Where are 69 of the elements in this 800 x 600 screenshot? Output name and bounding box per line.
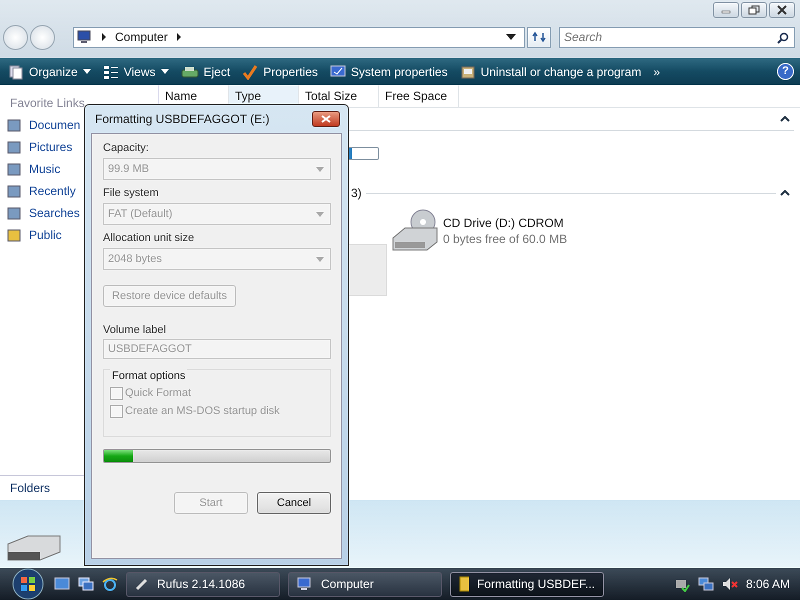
- group-header-text: 3): [350, 186, 362, 200]
- folder-icon: [459, 576, 469, 592]
- toolbar-button[interactable]: Uninstall or change a program: [456, 62, 646, 82]
- drive-icon: [180, 64, 198, 78]
- toolbar-button[interactable]: Organize: [4, 62, 95, 82]
- search-icon[interactable]: [777, 32, 789, 44]
- breadcrumb-arrow-icon[interactable]: [101, 33, 107, 41]
- field-label: Volume label: [103, 324, 167, 336]
- breadcrumb-item[interactable]: Computer: [115, 30, 168, 44]
- toolbar-button[interactable]: Views: [98, 62, 172, 82]
- close-icon: [321, 115, 331, 123]
- breadcrumb-arrow-icon[interactable]: [176, 33, 182, 41]
- field-label: File system: [103, 187, 160, 199]
- folder-icon: [7, 228, 21, 242]
- toolbar-button[interactable]: Properties: [238, 62, 322, 82]
- browser-icon[interactable]: [102, 576, 118, 592]
- address-bar[interactable]: Computer: [73, 26, 525, 48]
- drive-free-space: 0 bytes free of 60.0 MB: [443, 232, 568, 246]
- taskbar-button[interactable]: Rufus 2.14.1086: [126, 572, 280, 596]
- checkmark-icon: [242, 64, 258, 80]
- caret-icon: [316, 166, 324, 172]
- computer-icon: [77, 30, 93, 44]
- dialog-button[interactable]: Cancel: [257, 492, 331, 514]
- monitor-icon: [330, 64, 346, 80]
- close-button[interactable]: [312, 111, 340, 127]
- folder-icon: [7, 118, 21, 132]
- folder-icon: [7, 140, 21, 154]
- collapse-icon[interactable]: [780, 116, 790, 122]
- drive-name[interactable]: CD Drive (D:) CDROM: [443, 216, 568, 230]
- toolbar-button[interactable]: System properties: [326, 62, 452, 82]
- desktop-icon[interactable]: [54, 577, 70, 591]
- clock: 8:06 AM: [746, 577, 790, 591]
- folder-icon: [7, 206, 21, 220]
- folder-icon: [7, 162, 21, 176]
- column-header[interactable]: Free Space: [379, 85, 459, 107]
- caret-icon: [160, 69, 168, 74]
- pages-icon: [8, 64, 24, 80]
- pen-icon: [135, 577, 149, 591]
- toolbar-button[interactable]: Eject: [176, 62, 234, 80]
- dropdown-arrow-icon[interactable]: [506, 34, 516, 40]
- muted-speaker-icon[interactable]: [722, 576, 738, 592]
- restore-icon: [748, 5, 760, 15]
- group-title: Format options: [110, 368, 188, 384]
- maximize-button[interactable]: [741, 2, 767, 18]
- refresh-button[interactable]: [527, 26, 551, 48]
- taskbar-button[interactable]: Computer: [288, 572, 442, 596]
- help-button[interactable]: ?: [777, 63, 794, 80]
- close-button[interactable]: [769, 2, 795, 18]
- computer-icon: [297, 577, 313, 591]
- more-button[interactable]: »: [649, 62, 664, 80]
- network-icon[interactable]: [698, 576, 714, 592]
- collapse-icon[interactable]: [780, 190, 790, 196]
- field-label: Capacity:: [103, 142, 150, 154]
- caret-icon: [316, 212, 324, 216]
- folder-icon: [7, 184, 21, 198]
- cd-drive-icon[interactable]: [391, 208, 439, 252]
- taskbar-button[interactable]: Formatting USBDEF...: [450, 572, 604, 596]
- field-label: Allocation unit size: [103, 232, 196, 244]
- caret-icon: [316, 256, 324, 262]
- caret-icon: [82, 69, 91, 74]
- dialog-title: Formatting USBDEFAGGOT (E:): [95, 112, 270, 126]
- favorite-links-heading: Favorite Links: [9, 95, 86, 112]
- views-icon: [102, 64, 119, 80]
- search-field[interactable]: Search: [559, 26, 795, 48]
- windows-icon[interactable]: [78, 577, 94, 591]
- close-icon: [777, 5, 787, 15]
- program-box-icon: [460, 64, 476, 80]
- refresh-icon: [532, 31, 546, 43]
- start-button[interactable]: [10, 568, 46, 600]
